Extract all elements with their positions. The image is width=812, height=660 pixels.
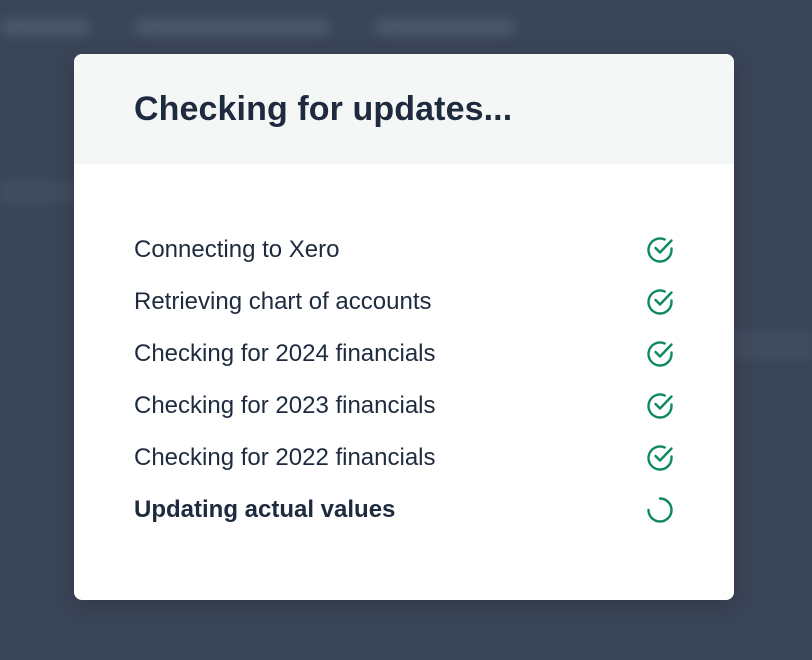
spinner-icon	[645, 495, 675, 525]
progress-step: Retrieving chart of accounts	[134, 276, 674, 328]
progress-step: Checking for 2023 financials	[134, 380, 674, 432]
check-circle-icon	[645, 391, 675, 421]
background-nav-blur	[375, 20, 515, 34]
background-nav-blur	[0, 20, 90, 34]
modal-title: Checking for updates...	[134, 89, 513, 128]
modal-header: Checking for updates...	[74, 54, 734, 164]
check-circle-icon	[645, 339, 675, 369]
progress-step: Connecting to Xero	[134, 224, 674, 276]
check-circle-icon	[645, 287, 675, 317]
background-panel-blur	[734, 330, 812, 360]
progress-step-list: Connecting to Xero Retrieving chart of a…	[134, 224, 674, 536]
step-label: Checking for 2022 financials	[134, 444, 436, 471]
update-check-modal: Checking for updates... Connecting to Xe…	[74, 54, 734, 600]
step-label: Checking for 2023 financials	[134, 392, 436, 419]
check-circle-icon	[645, 235, 675, 265]
background-nav-blur	[135, 20, 330, 34]
progress-step: Checking for 2024 financials	[134, 328, 674, 380]
background-panel-blur	[0, 180, 74, 204]
step-label: Updating actual values	[134, 496, 396, 523]
step-label: Retrieving chart of accounts	[134, 288, 432, 315]
progress-step-active: Updating actual values	[134, 484, 674, 536]
progress-step: Checking for 2022 financials	[134, 432, 674, 484]
check-circle-icon	[645, 443, 675, 473]
step-label: Checking for 2024 financials	[134, 340, 436, 367]
step-label: Connecting to Xero	[134, 236, 340, 263]
